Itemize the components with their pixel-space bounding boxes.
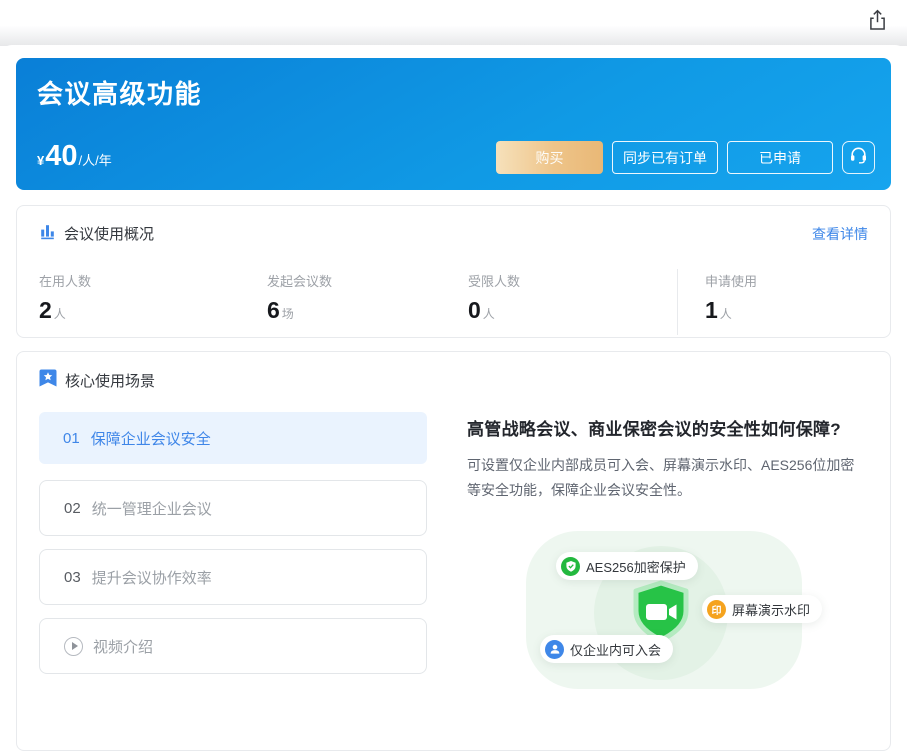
stamp-icon: 印: [707, 600, 726, 619]
video-intro-item[interactable]: 视频介绍: [39, 618, 427, 674]
stat-meetings-started: 发起会议数 6 场: [267, 269, 468, 335]
badge-label: 仅企业内可入会: [570, 640, 661, 659]
page-backdrop: [0, 0, 907, 46]
badge-watermark: 印 屏幕演示水印: [702, 595, 822, 623]
stat-value: 6: [267, 298, 280, 323]
banner: 会议高级功能 ¥ 40 /人/年 购买 同步已有订单 已申请: [16, 58, 891, 190]
person-icon: [545, 640, 564, 659]
usage-stats: 在用人数 2 人 发起会议数 6 场 受限人数 0 人: [17, 269, 890, 335]
price-currency: ¥: [37, 153, 44, 168]
scenario-item-security[interactable]: 01 保障企业会议安全: [39, 412, 427, 464]
badge-aes-encryption: AES256加密保护: [556, 552, 698, 580]
stat-active-users: 在用人数 2 人: [39, 269, 267, 335]
support-button[interactable]: [842, 141, 875, 174]
price-unit: /人/年: [79, 150, 112, 169]
usage-overview-card: 会议使用概况 查看详情 在用人数 2 人 发起会议数 6 场 受限人数: [16, 205, 891, 338]
usage-card-title: 会议使用概况: [64, 223, 154, 244]
security-illustration: AES256加密保护 印 屏幕演示水印 仅企业内可入会: [467, 530, 868, 700]
share-icon: [867, 9, 888, 36]
stat-value: 0: [468, 298, 481, 323]
badge-label: AES256加密保护: [586, 557, 686, 576]
badge-label: 屏幕演示水印: [732, 600, 810, 619]
detail-heading: 高管战略会议、商业保密会议的安全性如何保障?: [467, 415, 868, 440]
buy-button[interactable]: 购买: [496, 141, 603, 174]
view-details-link[interactable]: 查看详情: [812, 224, 868, 244]
core-scenarios-card: 核心使用场景 01 保障企业会议安全 02 统一管理企业会议 03 提升会议协作…: [16, 351, 891, 751]
advanced-features-panel: 会议高级功能 ¥ 40 /人/年 购买 同步已有订单 已申请: [0, 45, 907, 745]
stat-applied-users: 申请使用 1 人: [677, 269, 868, 335]
scenario-item-efficiency[interactable]: 03 提升会议协作效率: [39, 549, 427, 605]
applied-button[interactable]: 已申请: [727, 141, 833, 174]
stat-value: 1: [705, 298, 718, 323]
scenario-item-management[interactable]: 02 统一管理企业会议: [39, 480, 427, 536]
sync-orders-button[interactable]: 同步已有订单: [612, 141, 718, 174]
stat-restricted-users: 受限人数 0 人: [468, 269, 677, 335]
page-title: 会议高级功能: [37, 74, 202, 111]
stat-value: 2: [39, 298, 52, 323]
badge-internal-only: 仅企业内可入会: [540, 635, 673, 663]
scenario-detail: 高管战略会议、商业保密会议的安全性如何保障? 可设置仅企业内部成员可入会、屏幕演…: [427, 412, 868, 700]
banner-actions: 购买 同步已有订单 已申请: [496, 141, 875, 174]
detail-description: 可设置仅企业内部成员可入会、屏幕演示水印、AES256位加密等安全功能，保障企业…: [467, 453, 868, 503]
shield-check-icon: [561, 557, 580, 576]
bookmark-star-icon: [39, 369, 57, 391]
scenarios-card-title: 核心使用场景: [65, 370, 155, 391]
bar-chart-icon: [39, 223, 56, 244]
price: ¥ 40 /人/年: [37, 142, 112, 171]
scenario-list: 01 保障企业会议安全 02 统一管理企业会议 03 提升会议协作效率 视频介绍: [39, 412, 427, 700]
share-button[interactable]: [864, 9, 890, 35]
headset-icon: [849, 146, 868, 169]
play-icon: [64, 637, 83, 656]
price-amount: 40: [45, 142, 77, 171]
